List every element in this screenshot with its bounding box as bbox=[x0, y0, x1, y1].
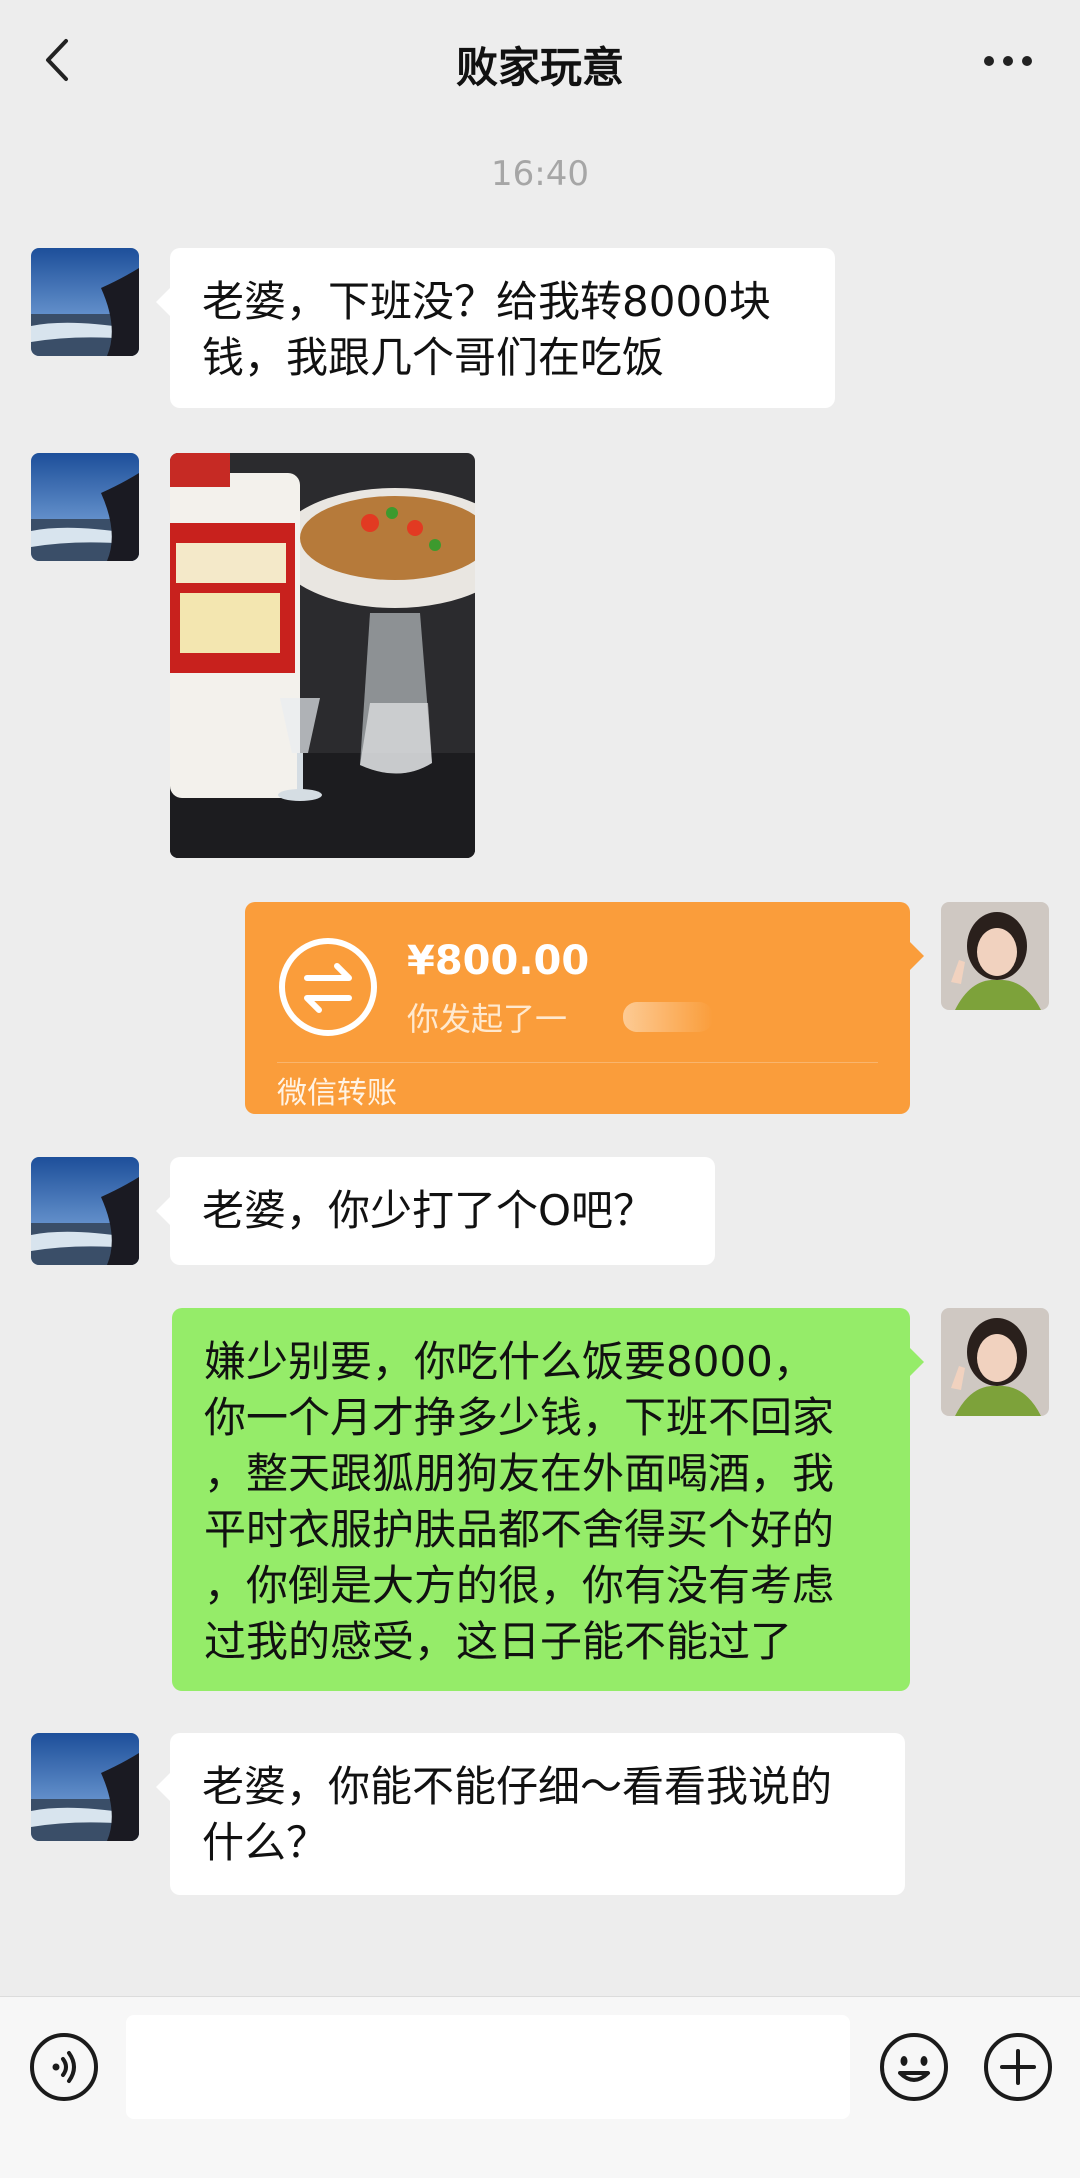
message-bubble-sent[interactable]: 嫌少别要，你吃什么饭要8000， 你一个月才挣多少钱，下班不回家 ，整天跟狐朋狗… bbox=[172, 1308, 924, 1691]
transfer-arrows-icon bbox=[279, 938, 377, 1036]
avatar-woman-photo bbox=[941, 1308, 1049, 1416]
nav-bar: 败家玩意 bbox=[0, 0, 1080, 124]
more-dots-icon bbox=[984, 56, 1032, 66]
message-text-line: 钱，我跟几个哥们在吃饭 bbox=[202, 333, 665, 382]
voice-button[interactable] bbox=[28, 2031, 100, 2103]
message-text-line: ，你倒是大方的很，你有没有考虑 bbox=[204, 1561, 835, 1610]
message-timestamp: 16:40 bbox=[491, 154, 589, 194]
message-text-line: 你一个月才挣多少钱，下班不回家 bbox=[204, 1393, 835, 1442]
message-bubble-received[interactable]: 老婆，你少打了个O吧？ bbox=[156, 1157, 715, 1265]
message-bubble-received[interactable]: 老婆，你能不能仔细～看看我说的 什么？ bbox=[156, 1733, 905, 1895]
message-text-line: 老婆，你能不能仔细～看看我说的 bbox=[202, 1762, 833, 1811]
avatar-landscape-image bbox=[31, 1733, 139, 1841]
chat-title: 败家玩意 bbox=[455, 43, 624, 92]
message-input[interactable] bbox=[126, 2015, 850, 2119]
avatar-sender[interactable] bbox=[31, 453, 139, 561]
avatar-landscape-image bbox=[31, 248, 139, 356]
input-bar bbox=[0, 1996, 1080, 2178]
message-text-line: 老婆，下班没？给我转8000块 bbox=[202, 277, 771, 326]
voice-icon bbox=[30, 2033, 98, 2101]
transfer-label: 微信转账 bbox=[277, 1076, 397, 1111]
chat-screen: 败家玩意 16:40 老婆，下班没？给我转8000块 钱，我跟几个哥们在吃饭 ¥… bbox=[0, 0, 1080, 2178]
message-bubble-received[interactable]: 老婆，下班没？给我转8000块 钱，我跟几个哥们在吃饭 bbox=[156, 248, 835, 408]
transfer-note-blurred bbox=[623, 1002, 713, 1032]
message-text-line: ，整天跟狐朋狗友在外面喝酒，我 bbox=[204, 1449, 835, 1498]
emoji-button[interactable] bbox=[878, 2031, 950, 2103]
avatar-sender[interactable] bbox=[31, 1157, 139, 1265]
plus-icon bbox=[984, 2033, 1052, 2101]
transfer-note: 你发起了一 bbox=[407, 1000, 568, 1038]
transfer-amount: ¥800.00 bbox=[407, 938, 590, 984]
avatar-self[interactable] bbox=[941, 1308, 1049, 1416]
transfer-card[interactable]: ¥800.00 你发起了一 微信转账 bbox=[245, 902, 924, 1114]
message-text-line: 嫌少别要，你吃什么饭要8000， bbox=[204, 1337, 815, 1386]
avatar-sender[interactable] bbox=[31, 1733, 139, 1841]
avatar-woman-photo bbox=[941, 902, 1049, 1010]
avatar-sender[interactable] bbox=[31, 248, 139, 356]
emoji-icon bbox=[880, 2033, 948, 2101]
transfer-divider bbox=[277, 1062, 878, 1063]
message-text-line: 过我的感受，这日子能不能过了 bbox=[204, 1617, 793, 1666]
avatar-landscape-image bbox=[31, 453, 139, 561]
liquor-dinner-photo bbox=[170, 453, 475, 858]
message-text-line: 老婆，你少打了个O吧？ bbox=[202, 1186, 656, 1235]
message-photo[interactable] bbox=[170, 453, 475, 858]
avatar-landscape-image bbox=[31, 1157, 139, 1265]
plus-button[interactable] bbox=[982, 2031, 1054, 2103]
more-button[interactable] bbox=[976, 36, 1040, 86]
message-text-line: 平时衣服护肤品都不舍得买个好的 bbox=[204, 1505, 835, 1554]
avatar-self[interactable] bbox=[941, 902, 1049, 1010]
message-text-line: 什么？ bbox=[202, 1818, 329, 1867]
